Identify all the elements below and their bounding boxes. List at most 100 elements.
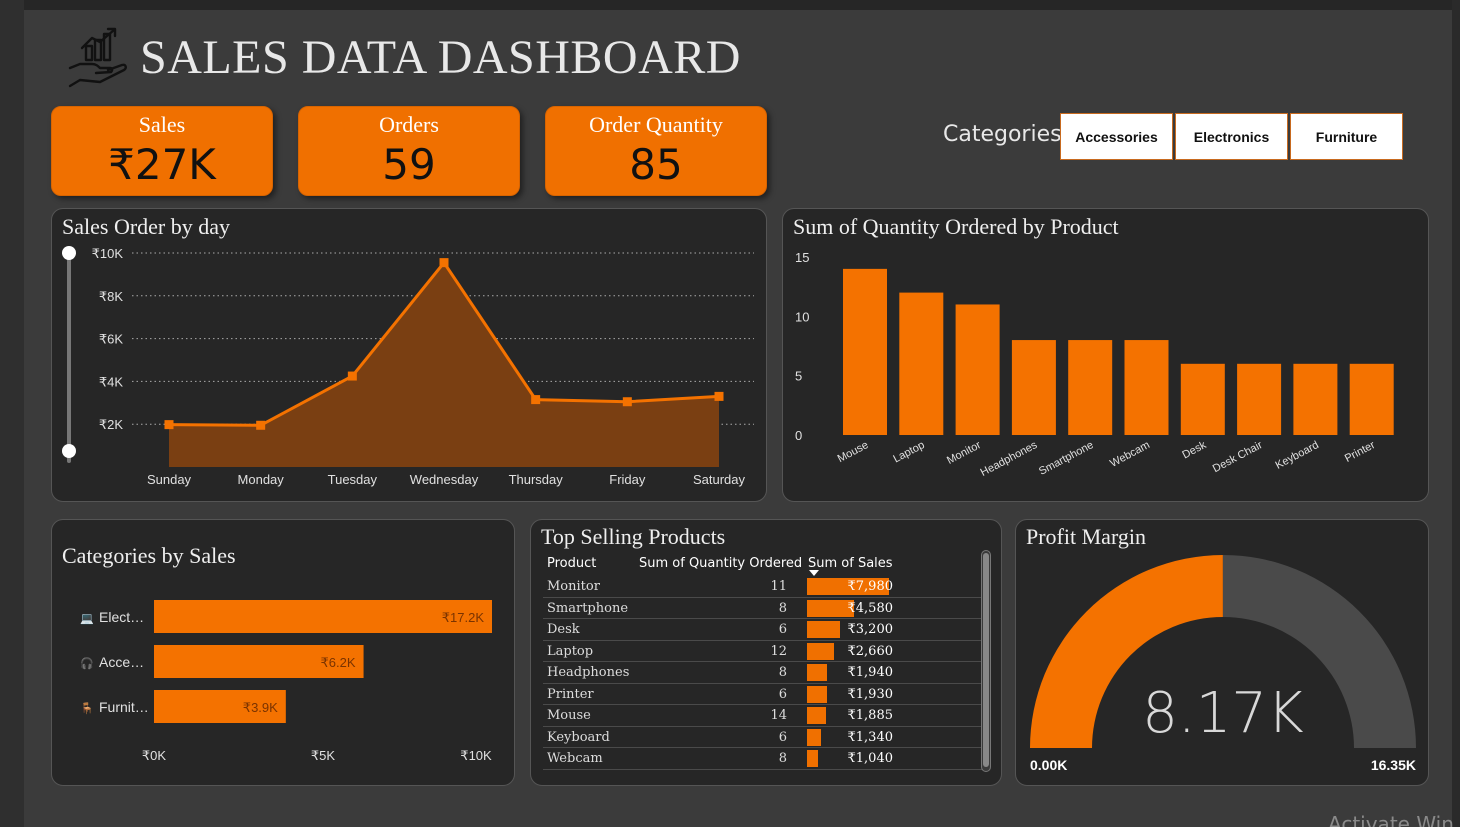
category-label: Acce… xyxy=(99,654,144,670)
x-tick-label: Laptop xyxy=(891,439,926,465)
data-label: ₹17.2K xyxy=(442,610,485,625)
data-point[interactable] xyxy=(622,397,632,407)
data-point[interactable] xyxy=(439,258,449,268)
category-button-furniture[interactable]: Furniture xyxy=(1290,113,1403,160)
y-tick-label: 0 xyxy=(795,428,802,443)
table-row[interactable]: Laptop 12 ₹2,660 xyxy=(543,641,983,662)
bar[interactable] xyxy=(955,304,1000,435)
x-tick-label: Tuesday xyxy=(328,472,378,487)
gauge-value: 8.17K xyxy=(1142,681,1304,746)
data-bar xyxy=(807,642,835,660)
table-row[interactable]: Webcam 8 ₹1,040 xyxy=(543,748,983,770)
headphones-icon: 🎧 xyxy=(80,657,94,670)
table-title: Top Selling Products xyxy=(541,524,726,549)
column-header-sales[interactable]: Sum of Sales xyxy=(808,556,893,571)
data-bar xyxy=(807,621,840,638)
x-tick-label: Sunday xyxy=(147,472,192,487)
data-point[interactable] xyxy=(347,371,357,381)
range-slider-handle-top[interactable] xyxy=(62,246,76,260)
table-scrollbar[interactable] xyxy=(981,550,991,772)
bar[interactable] xyxy=(899,292,944,435)
window-frame-left xyxy=(0,0,24,827)
x-tick-label: Monitor xyxy=(945,439,983,467)
category-button-accessories[interactable]: Accessories xyxy=(1060,113,1173,160)
kpi-value: 59 xyxy=(382,140,436,189)
data-bar xyxy=(807,685,827,703)
x-tick-label: Desk xyxy=(1180,439,1208,462)
cell-sales: ₹1,940 xyxy=(847,665,894,680)
column-header-quantity[interactable]: Sum of Quantity Ordered xyxy=(639,556,802,571)
table-row[interactable]: Headphones 8 ₹1,940 xyxy=(543,662,983,684)
column-header-product[interactable]: Product xyxy=(547,556,596,571)
cell-product: Keyboard xyxy=(547,729,610,745)
activate-windows-watermark: Activate Win xyxy=(1328,812,1454,827)
cell-quantity: 8 xyxy=(778,665,787,680)
x-tick-label: ₹10K xyxy=(460,748,492,763)
cell-sales: ₹1,885 xyxy=(847,708,894,723)
bar[interactable] xyxy=(1293,363,1338,435)
table-row[interactable]: Mouse 14 ₹1,885 xyxy=(543,705,983,727)
cell-sales: ₹1,040 xyxy=(847,751,894,766)
cell-sales: ₹1,930 xyxy=(847,686,894,702)
y-tick-label: ₹10K xyxy=(92,246,124,261)
cell-sales: ₹2,660 xyxy=(847,643,894,659)
x-tick-label: Thursday xyxy=(509,472,564,487)
quantity-by-product-chart: 0 5 10 15 Mouse Laptop MonitorHeadphonesSmartp… xyxy=(795,250,1394,479)
y-tick-label: ₹2K xyxy=(99,417,124,432)
y-tick-label: ₹6K xyxy=(99,332,124,347)
data-point[interactable] xyxy=(164,420,174,430)
x-tick-label: Keyboard xyxy=(1274,439,1321,472)
table-row[interactable]: Desk 6 ₹3,200 xyxy=(543,619,983,641)
data-point[interactable] xyxy=(531,395,541,405)
panel-quantity-by-product: Sum of Quantity Ordered by Product 0 5 10 1… xyxy=(782,208,1429,502)
table-row[interactable]: Printer 6 ₹1,930 xyxy=(543,684,983,705)
window-frame-right xyxy=(1452,0,1460,827)
cell-quantity: 8 xyxy=(778,600,787,616)
chair-icon: 🪑 xyxy=(80,702,94,715)
y-tick-label: ₹4K xyxy=(99,374,124,389)
area-fill xyxy=(169,262,719,467)
bar[interactable] xyxy=(1068,340,1113,435)
cell-product: Webcam xyxy=(547,751,603,766)
growth-hand-chart-icon xyxy=(68,27,127,88)
kpi-value: 85 xyxy=(629,140,683,189)
scrollbar-thumb[interactable] xyxy=(983,553,989,767)
bar[interactable] xyxy=(843,268,887,435)
sales-by-day-chart: ₹2K ₹4K ₹6K ₹8K ₹10K Sunday Monday Tuesday Wedne… xyxy=(62,246,754,487)
panel-top-selling-products: Top Selling Products Product Sum of Quan… xyxy=(530,519,1002,786)
bar[interactable] xyxy=(1011,340,1056,435)
x-tick-label: Saturday xyxy=(693,472,746,487)
cell-quantity: 6 xyxy=(778,686,787,702)
cell-product: Mouse xyxy=(547,708,591,723)
window-frame-top xyxy=(0,0,1460,10)
page-title: SALES DATA DASHBOARD xyxy=(140,30,741,84)
data-point[interactable] xyxy=(714,391,724,401)
x-tick-label: ₹0K xyxy=(142,748,167,763)
range-slider-handle-bottom[interactable] xyxy=(62,444,76,458)
cell-product: Headphones xyxy=(547,665,630,680)
panel-sales-by-day: Sales Order by day ₹2K ₹4K ₹6K ₹8K ₹10K Sunda… xyxy=(51,208,767,502)
data-bar xyxy=(807,750,818,767)
bar[interactable] xyxy=(1180,363,1225,435)
data-label: ₹6.2K xyxy=(321,655,356,670)
data-point[interactable] xyxy=(256,420,266,430)
table-row[interactable]: Smartphone 8 ₹4,580 xyxy=(543,598,983,619)
gauge-min-label: 0.00K xyxy=(1030,757,1067,773)
categories-slicer-label: Categories xyxy=(943,122,1062,147)
cell-product: Desk xyxy=(547,622,580,637)
kpi-value: ₹27K xyxy=(108,140,216,189)
bar[interactable] xyxy=(1349,363,1394,435)
category-label: Elect… xyxy=(99,609,144,625)
cell-product: Smartphone xyxy=(547,600,629,616)
x-tick-label: Friday xyxy=(609,472,646,487)
table-row[interactable]: Monitor 11 ₹7,980 xyxy=(543,576,983,598)
kpi-card-orders: Orders 59 xyxy=(298,106,520,196)
bar[interactable] xyxy=(1237,363,1282,435)
kpi-card-sales: Sales ₹27K xyxy=(51,106,273,196)
cell-quantity: 8 xyxy=(778,751,787,766)
table-row[interactable]: Keyboard 6 ₹1,340 xyxy=(543,727,983,748)
profit-margin-gauge: 8.17K 0.00K 16.35K xyxy=(1030,555,1416,773)
cell-product: Printer xyxy=(547,686,594,702)
category-button-electronics[interactable]: Electronics xyxy=(1175,113,1288,160)
bar[interactable] xyxy=(1124,340,1169,435)
